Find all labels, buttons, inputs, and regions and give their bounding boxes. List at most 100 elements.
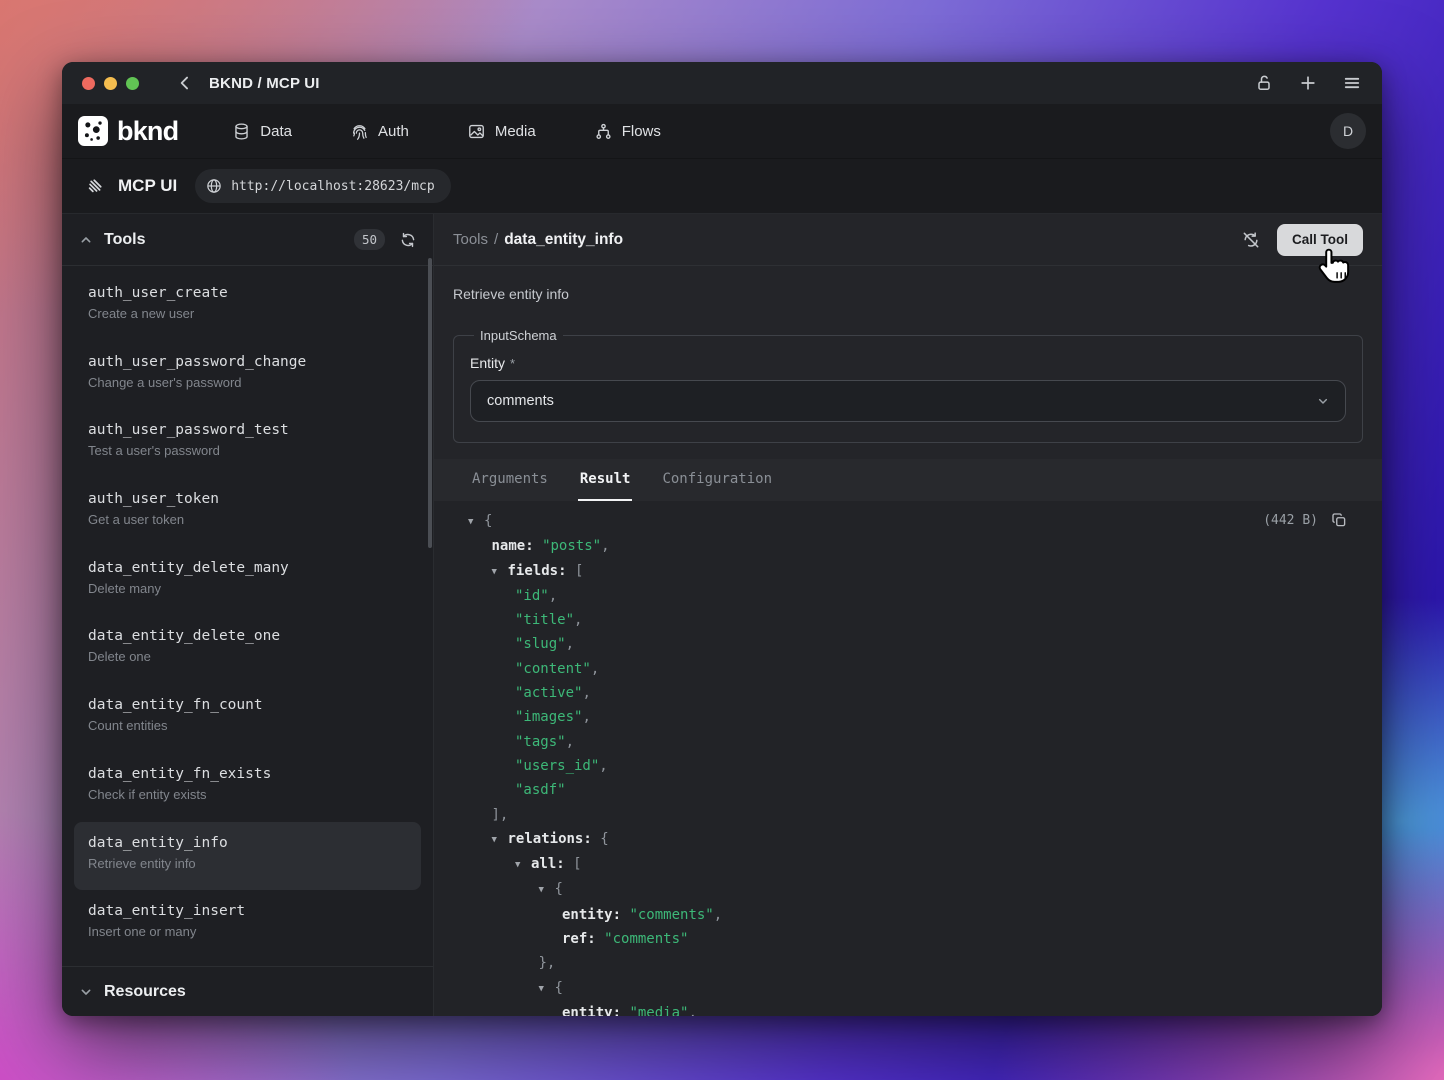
logo-wordmark: bknd xyxy=(117,116,178,147)
collapse-triangle-icon[interactable]: ▼ xyxy=(468,510,484,534)
tool-description: Delete many xyxy=(88,581,407,596)
globe-icon xyxy=(205,177,223,195)
refresh-icon[interactable] xyxy=(399,231,417,249)
collapse-triangle-icon[interactable]: ▼ xyxy=(492,560,508,584)
tab-configuration[interactable]: Configuration xyxy=(660,459,774,501)
sidebar-item-auth_user_create[interactable]: auth_user_createCreate a new user xyxy=(74,272,421,341)
nav-item-media[interactable]: Media xyxy=(467,122,536,141)
nav-item-data[interactable]: Data xyxy=(232,122,292,141)
tool-description: Insert one or many xyxy=(88,924,407,939)
plus-icon[interactable] xyxy=(1298,73,1318,93)
entity-select[interactable]: comments xyxy=(470,380,1346,422)
entity-select-value: comments xyxy=(487,393,554,409)
breadcrumb-tools-link[interactable]: Tools xyxy=(453,231,488,248)
hamburger-icon[interactable] xyxy=(1342,73,1362,93)
json-line: "active", xyxy=(468,681,1382,705)
back-icon[interactable] xyxy=(175,73,195,93)
main-header-actions: Call Tool xyxy=(1241,224,1363,256)
sidebar-item-data_entity_fn_exists[interactable]: data_entity_fn_exists Check if entity exi… xyxy=(74,753,421,822)
auto-refresh-off-icon[interactable] xyxy=(1241,230,1261,250)
collapse-triangle-icon[interactable]: ▼ xyxy=(492,828,508,852)
main-panel: Tools / data_entity_info Call Tool Retri… xyxy=(434,214,1382,1016)
sidebar-item-auth_user_password_change[interactable]: auth_user_password_changeChange a user's… xyxy=(74,341,421,410)
result-size-badge: (442 B) xyxy=(1263,513,1318,528)
json-token: "users_id" xyxy=(515,758,599,774)
json-line: "title", xyxy=(468,608,1382,632)
json-token: , xyxy=(714,907,722,923)
sidebar: Tools 50 auth_user_createCreate a new us… xyxy=(62,214,434,1016)
window-title: BKND / MCP UI xyxy=(209,75,320,92)
tool-description: Change a user's password xyxy=(88,375,407,390)
tool-description: Retrieve entity info xyxy=(88,856,407,871)
json-token: fields: xyxy=(508,563,575,579)
tool-name: data_entity_insert xyxy=(88,901,407,921)
tools-section-header: Tools 50 xyxy=(62,214,433,266)
json-line: ▼{ xyxy=(468,877,1382,902)
result-meta: (442 B) xyxy=(1263,511,1348,529)
json-line: ], xyxy=(468,803,1382,827)
resources-section-header[interactable]: Resources xyxy=(62,966,433,1016)
json-line: entity: "comments", xyxy=(468,903,1382,927)
schema-section: Retrieve entity info InputSchema Entity*… xyxy=(434,266,1382,443)
tool-name: data_entity_fn_exists xyxy=(88,764,407,784)
close-button[interactable] xyxy=(82,77,95,90)
sidebar-item-data_entity_insert[interactable]: data_entity_insert Insert one or many xyxy=(74,890,421,959)
json-line: "content", xyxy=(468,657,1382,681)
maximize-button[interactable] xyxy=(126,77,139,90)
sidebar-item-data_entity_delete_many[interactable]: data_entity_delete_manyDelete many xyxy=(74,547,421,616)
window-titlebar: BKND / MCP UI xyxy=(62,62,1382,104)
endpoint-url-pill[interactable]: http://localhost:28623/mcp xyxy=(195,169,451,203)
sidebar-scrollbar[interactable] xyxy=(428,258,432,548)
nav-item-label: Data xyxy=(260,123,292,140)
json-token: "title" xyxy=(515,612,574,628)
json-token: "active" xyxy=(515,685,582,701)
sidebar-item-auth_user_token[interactable]: auth_user_tokenGet a user token xyxy=(74,478,421,547)
tab-arguments[interactable]: Arguments xyxy=(470,459,550,501)
database-icon xyxy=(232,122,251,141)
minimize-button[interactable] xyxy=(104,77,117,90)
tool-description: Check if entity exists xyxy=(88,787,407,802)
json-token: relations: xyxy=(508,831,601,847)
desktop-background: BKND / MCP UI bknd DataAut xyxy=(0,0,1444,1080)
collapse-triangle-icon[interactable]: ▼ xyxy=(539,977,555,1001)
sidebar-item-auth_user_password_test[interactable]: auth_user_password_testTest a user's pas… xyxy=(74,409,421,478)
sidebar-item-data_entity_fn_count[interactable]: data_entity_fn_countCount entities xyxy=(74,684,421,753)
call-tool-button[interactable]: Call Tool xyxy=(1277,224,1363,256)
sidebar-item-data_entity_info[interactable]: data_entity_info Retrieve entity info xyxy=(74,822,421,891)
mcp-toolbar: MCP UI http://localhost:28623/mcp xyxy=(62,158,1382,214)
json-token: "images" xyxy=(515,709,582,725)
collapse-triangle-icon[interactable]: ▼ xyxy=(539,878,555,902)
tab-result[interactable]: Result xyxy=(578,459,633,501)
select-chevron-down-icon xyxy=(1315,393,1331,409)
nav-item-flows[interactable]: Flows xyxy=(594,122,661,141)
json-token: all: xyxy=(531,856,573,872)
json-line: ref: "comments" xyxy=(468,927,1382,951)
mcp-icon xyxy=(84,175,106,197)
avatar[interactable]: D xyxy=(1330,113,1366,149)
json-token: , xyxy=(582,709,590,725)
result-tabs: Arguments Result Configuration xyxy=(434,459,1382,501)
bknd-logo[interactable]: bknd xyxy=(78,116,178,147)
json-token: , xyxy=(599,758,607,774)
unlock-icon[interactable] xyxy=(1254,73,1274,93)
collapse-triangle-icon[interactable]: ▼ xyxy=(515,853,531,877)
json-token: entity: xyxy=(562,1005,629,1016)
nav-item-auth[interactable]: Auth xyxy=(350,122,409,141)
required-marker: * xyxy=(510,356,515,371)
chevron-up-icon[interactable] xyxy=(78,232,94,248)
json-line: "images", xyxy=(468,705,1382,729)
tool-name: data_entity_delete_one xyxy=(88,626,407,646)
tool-name: auth_user_create xyxy=(88,283,407,303)
json-token: [ xyxy=(575,563,583,579)
fingerprint-icon xyxy=(350,122,369,141)
json-token: , xyxy=(549,588,557,604)
copy-icon[interactable] xyxy=(1330,511,1348,529)
entity-field-label: Entity* xyxy=(470,355,1346,371)
json-token: ], xyxy=(492,807,509,823)
tool-name: data_entity_info xyxy=(88,833,407,853)
json-line: "asdf" xyxy=(468,778,1382,802)
sidebar-item-data_entity_delete_one[interactable]: data_entity_delete_oneDelete one xyxy=(74,615,421,684)
page-title: MCP UI xyxy=(118,176,177,196)
json-token: "asdf" xyxy=(515,782,566,798)
json-token: entity: xyxy=(562,907,629,923)
